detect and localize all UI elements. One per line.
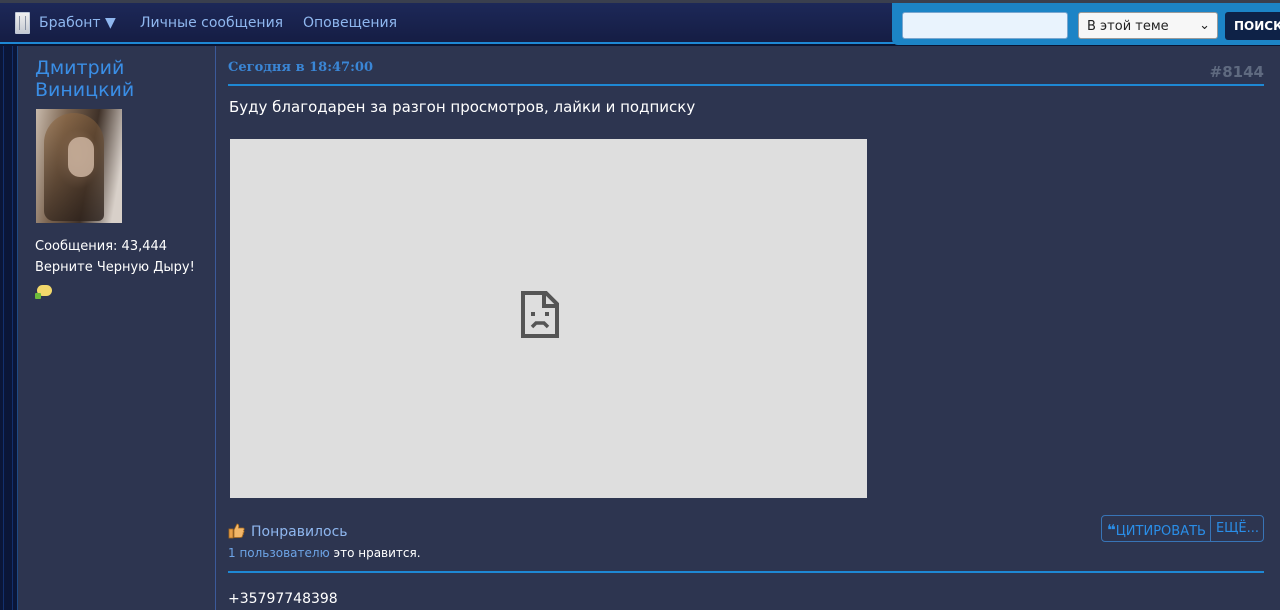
search-scope-select[interactable]: В этой теме ⌄ [1078, 12, 1218, 39]
author-messages-count: Сообщения: 43,444 [35, 239, 167, 254]
notifications-link[interactable]: Оповещения [303, 15, 397, 31]
thumbs-up-icon [228, 522, 245, 539]
post-number[interactable]: #8144 [1210, 63, 1264, 81]
quote-label: ЦИТИРОВАТЬ [1115, 524, 1206, 539]
forum-post: Дмитрий Виницкий Сообщения: 43,444 Верни… [17, 46, 1280, 610]
author-sidebar: Дмитрий Виницкий Сообщения: 43,444 Верни… [17, 46, 216, 610]
search-panel: В этой теме ⌄ ПОИСК [892, 3, 1280, 45]
post-actions: ❝ЦИТИРОВАТЬ ЕЩЁ... [1100, 515, 1264, 542]
account-menu[interactable]: Брабонт ▼ [39, 15, 116, 31]
search-input[interactable] [902, 12, 1068, 39]
avatar-image-part [68, 137, 94, 177]
chat-bubble-icon [35, 285, 52, 299]
decorative-background [0, 46, 17, 610]
search-button[interactable]: ПОИСК [1225, 12, 1280, 40]
phone-icon[interactable] [15, 12, 30, 34]
like-label: Понравилось [251, 524, 348, 540]
broken-document-icon [521, 291, 559, 338]
likes-suffix: это нравится. [333, 546, 421, 560]
post-header-divider [228, 84, 1264, 86]
like-button[interactable]: Понравилось [228, 522, 348, 540]
messages-value: 43,444 [121, 239, 168, 254]
avatar[interactable] [36, 109, 122, 223]
post-message: Буду благодарен за разгон просмотров, ла… [229, 98, 696, 116]
quote-button[interactable]: ❝ЦИТИРОВАТЬ [1102, 516, 1210, 541]
more-button[interactable]: ЕЩЁ... [1209, 516, 1263, 541]
chevron-down-icon: ⌄ [1199, 18, 1210, 33]
private-messages-link[interactable]: Личные сообщения [140, 15, 283, 31]
likes-summary: 1 пользователю это нравится. [228, 546, 421, 560]
embedded-video-frame[interactable] [230, 139, 867, 498]
post-footer-divider [228, 571, 1264, 573]
author-status: Верните Черную Дыру! [35, 260, 195, 275]
quote-icon: ❝ [1106, 521, 1116, 539]
next-post-text: +35797748398 [228, 591, 338, 607]
top-nav-bar: Брабонт ▼ Личные сообщения Оповещения В … [0, 0, 1280, 45]
post-timestamp[interactable]: Сегодня в 18:47:00 [228, 60, 373, 75]
search-scope-value: В этой теме [1087, 19, 1169, 34]
messages-label: Сообщения: [35, 239, 118, 254]
author-name[interactable]: Дмитрий Виницкий [35, 57, 205, 101]
likers-link[interactable]: 1 пользователю [228, 546, 330, 560]
